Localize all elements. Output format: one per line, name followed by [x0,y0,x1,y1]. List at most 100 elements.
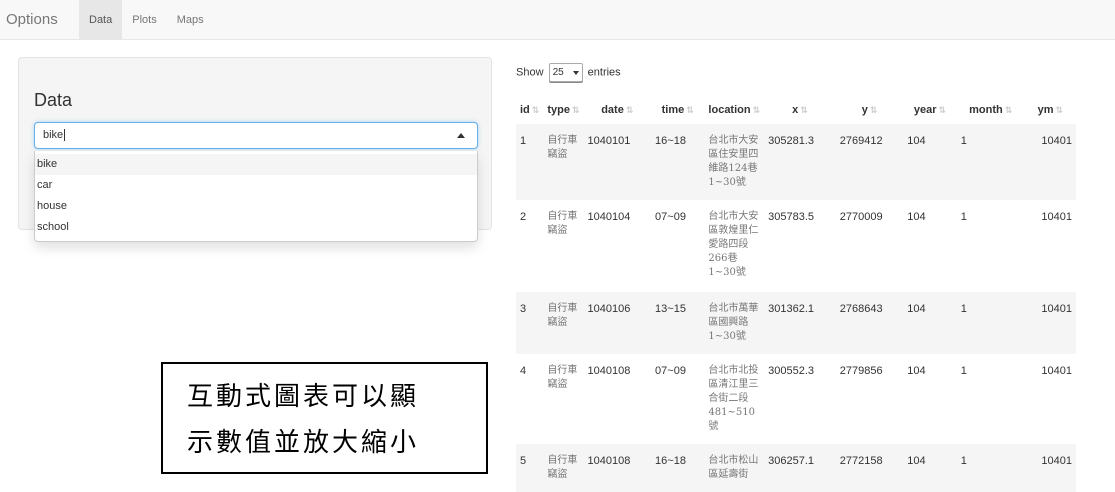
cell-id: 1 [516,124,544,200]
cell-x: 305281.3 [764,124,836,200]
cell-year: 104 [903,124,957,200]
sort-icon: ⇅ [869,105,878,115]
dataset-dropdown: bike car house school [34,151,478,242]
column-header-location[interactable]: location ⇅ [704,96,764,124]
cell-x: 306257.1 [764,444,836,492]
table-row[interactable]: 3 自行車竊盜 1040106 13~15 台北市萬華區國興路1~30號 301… [516,292,1076,354]
cell-type: 自行車竊盜 [543,292,584,354]
cell-month: 1 [956,444,1025,492]
data-table: id ⇅ type ⇅ date ⇅ time ⇅ location ⇅ x ⇅ y ⇅ ye… [516,96,1076,492]
cell-ym: 10401 [1024,124,1076,200]
cell-ym: 10401 [1024,292,1076,354]
cell-year: 104 [903,292,957,354]
column-header-month[interactable]: month ⇅ [957,96,1025,124]
cell-y: 2769412 [835,124,904,200]
entries-length-select[interactable]: 25 [548,63,583,82]
cell-type: 自行車竊盜 [543,124,584,200]
cell-date: 1040106 [583,292,652,354]
dropdown-option-car[interactable]: car [35,175,477,196]
dataset-select-value: bike [43,129,64,141]
cell-id: 5 [516,444,544,492]
tab-plots[interactable]: Plots [122,0,166,40]
cell-location: 台北市大安區敦煌里仁愛路四段266巷1~30號 [708,211,759,278]
sort-icon: ⇅ [686,105,694,115]
cell-year: 104 [903,444,957,492]
cell-time: 16~18 [651,444,705,492]
cell-ym: 10401 [1041,365,1072,377]
cell-time: 13~15 [651,292,705,354]
chevron-down-icon [572,71,579,75]
sort-icon: ⇅ [938,105,947,115]
sort-icon: ⇅ [752,105,761,115]
sort-icon: ⇅ [625,105,634,115]
column-header-date[interactable]: date ⇅ [584,96,652,124]
cell-date: 1040108 [587,365,631,377]
cell-ym: 10401 [1024,444,1076,492]
column-header-y[interactable]: y ⇅ [836,96,904,124]
table-row[interactable]: 1 自行車竊盜 1040101 16~18 台北市大安區住安里四維路124巷1~… [516,124,1076,200]
text-cursor [64,129,66,142]
cell-time: 16~18 [651,124,705,200]
sort-icon: ⇅ [800,105,808,115]
cell-time: 07~09 [655,365,686,377]
navbar-tabs: Data Plots Maps [79,0,214,40]
cell-month: 1 [956,124,1025,200]
sort-icon: ⇅ [1004,105,1013,115]
navbar-brand[interactable]: Options [6,0,58,40]
cell-date: 1040108 [583,444,652,492]
cell-type: 自行車竊盜 [547,365,578,390]
chevron-up-icon[interactable] [457,133,465,138]
entries-length-value: 25 [552,67,564,78]
tab-data[interactable]: Data [79,0,123,40]
entries-length-control: Show 25 entries [516,63,621,82]
annotation-callout: 互動式圖表可以顯 示數值並放大縮小 [161,362,488,474]
cell-type: 自行車竊盜 [543,444,584,492]
cell-type: 自行車竊盜 [547,211,578,236]
cell-location: 台北市萬華區國興路1~30號 [704,292,765,354]
cell-month: 1 [960,365,967,377]
table-row[interactable]: 2 自行車竊盜 1040104 07~09 台北市大安區敦煌里仁愛路四段266巷… [516,200,1076,292]
cell-time: 07~09 [655,211,686,223]
cell-ym: 10401 [1041,211,1072,223]
cell-id: 4 [520,365,527,377]
sort-icon: ⇅ [571,105,580,115]
cell-y: 2770009 [839,211,883,223]
cell-x: 301362.1 [764,292,836,354]
cell-location: 台北市松山區延壽街 [704,444,765,492]
cell-x: 300552.3 [768,365,815,377]
length-suffix: entries [587,66,621,79]
navbar: Options Data Plots Maps [0,0,1115,40]
column-header-id[interactable]: id ⇅ [516,96,543,124]
column-header-x[interactable]: x ⇅ [764,96,836,124]
column-header-type[interactable]: type ⇅ [543,96,583,124]
dropdown-option-bike[interactable]: bike [35,154,477,175]
cell-year: 104 [907,365,926,377]
column-header-ym[interactable]: ym ⇅ [1025,96,1076,124]
column-header-year[interactable]: year ⇅ [903,96,956,124]
cell-id: 2 [520,211,527,223]
cell-id: 3 [516,292,544,354]
annotation-line-1: 互動式圖表可以顯 [187,382,420,412]
cell-month: 1 [960,211,967,223]
annotation-line-2: 示數值並放大縮小 [187,428,420,458]
sort-icon: ⇅ [531,105,540,115]
panel-title: Data [34,90,73,110]
cell-location: 台北市北投區清江里三合街二段481~510號 [708,365,759,432]
cell-date: 1040101 [583,124,652,200]
cell-x: 305783.5 [768,211,815,223]
table-header-row: id ⇅ type ⇅ date ⇅ time ⇅ location ⇅ x ⇅ y ⇅ ye… [516,96,1076,124]
cell-location: 台北市大安區住安里四維路124巷1~30號 [704,124,765,200]
dropdown-option-school[interactable]: school [35,217,477,238]
table-row[interactable]: 5 自行車竊盜 1040108 16~18 台北市松山區延壽街 306257.1… [516,444,1076,492]
cell-year: 104 [907,211,926,223]
table-row[interactable]: 4 自行車竊盜 1040108 07~09 台北市北投區清江里三合街二段481~… [516,354,1076,444]
dataset-select[interactable]: bike [34,122,478,149]
cell-y: 2779856 [839,365,883,377]
cell-date: 1040104 [587,211,631,223]
dropdown-option-house[interactable]: house [35,196,477,217]
cell-month: 1 [956,292,1025,354]
column-header-time[interactable]: time ⇅ [651,96,704,124]
cell-y: 2772158 [835,444,904,492]
tab-maps[interactable]: Maps [167,0,214,40]
cell-y: 2768643 [835,292,904,354]
